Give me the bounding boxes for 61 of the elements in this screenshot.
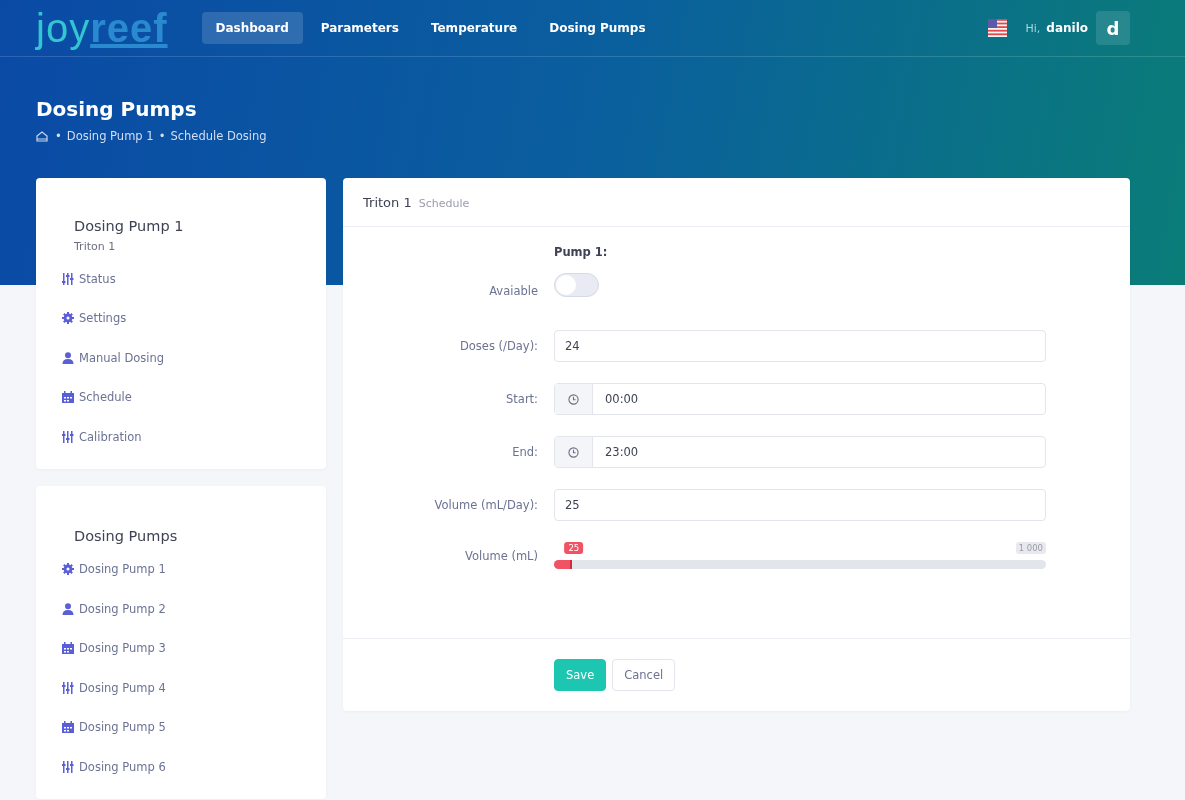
sliders-icon — [62, 681, 74, 694]
field-label: End: — [511, 445, 538, 459]
nav-tab[interactable]: Temperature — [416, 12, 532, 44]
field-label: Doses (/Day): — [458, 339, 538, 353]
calendar-icon — [62, 391, 74, 404]
menu-title: Dosing Pump 1 — [74, 218, 185, 234]
field-label: Start: — [505, 392, 538, 406]
menu-subtitle: Triton 1 — [74, 240, 117, 253]
user-icon — [62, 602, 74, 615]
clock-icon — [568, 446, 579, 458]
sliders-icon — [62, 760, 74, 773]
input-field[interactable]: 25 — [554, 489, 1046, 521]
logo[interactable]: joyreef — [36, 8, 168, 48]
card-subtitle: Schedule — [418, 197, 470, 210]
menu-link[interactable]: Dosing Pump 5 — [79, 720, 166, 735]
breadcrumb-link[interactable]: Dosing Pump 1 — [66, 129, 154, 143]
nav-tab[interactable]: Parameters — [306, 12, 413, 44]
toggle-switch[interactable] — [554, 273, 599, 297]
slider-track[interactable] — [554, 560, 1046, 569]
avatar[interactable]: d — [1096, 11, 1130, 45]
sliders-icon — [62, 272, 74, 285]
sliders-icon — [62, 430, 74, 443]
time-field[interactable]: 00:00 — [554, 383, 1046, 415]
breadcrumb-link[interactable]: Schedule Dosing — [170, 129, 267, 143]
menu-link[interactable]: Dosing Pump 2 — [79, 601, 166, 616]
menu-link[interactable]: Schedule — [79, 390, 132, 405]
field-label: Volume (mL/Day): — [433, 498, 538, 512]
value-tooltip: 25 — [564, 542, 584, 554]
user-icon — [62, 351, 74, 364]
clock-icon — [568, 393, 579, 405]
calendar-icon — [62, 642, 74, 655]
menu-title: Dosing Pumps — [74, 527, 179, 544]
gear-icon — [62, 563, 74, 576]
page-title: Dosing Pumps — [36, 97, 198, 121]
time-field[interactable]: 23:00 — [554, 436, 1046, 468]
form-heading: Pump 1: — [554, 245, 609, 259]
menu-link[interactable]: Dosing Pump 4 — [79, 680, 166, 695]
nav-tab[interactable]: Dashboard — [201, 12, 303, 44]
user-name[interactable]: danilo — [1046, 21, 1088, 35]
menu-link[interactable]: Manual Dosing — [79, 350, 165, 365]
slider-fill[interactable] — [554, 560, 572, 569]
nav-tab[interactable]: Dosing Pumps — [535, 12, 660, 44]
home-icon[interactable] — [36, 130, 48, 142]
input-field[interactable]: 24 — [554, 330, 1046, 362]
menu-link[interactable]: Dosing Pump 6 — [79, 759, 166, 774]
breadcrumb-separator: • — [55, 129, 62, 143]
menu-link[interactable]: Dosing Pump 1 — [79, 562, 166, 577]
breadcrumb-separator: • — [158, 129, 166, 143]
gear-icon — [62, 312, 74, 325]
field-label: Volume (mL) — [464, 548, 538, 563]
menu-link[interactable]: Calibration — [79, 429, 142, 444]
cancel-button[interactable]: Cancel — [612, 659, 676, 691]
card-title: Triton 1 — [363, 195, 412, 210]
max-label: 1 000 — [1015, 542, 1046, 554]
calendar-icon — [62, 721, 74, 734]
menu-link[interactable]: Dosing Pump 3 — [79, 641, 166, 656]
menu-link[interactable]: Status — [79, 271, 116, 286]
flag-icon[interactable] — [988, 19, 1008, 37]
menu-link[interactable]: Settings — [79, 311, 127, 326]
field-label: Avaiable — [488, 284, 538, 298]
greeting: Hi, — [1025, 21, 1041, 35]
